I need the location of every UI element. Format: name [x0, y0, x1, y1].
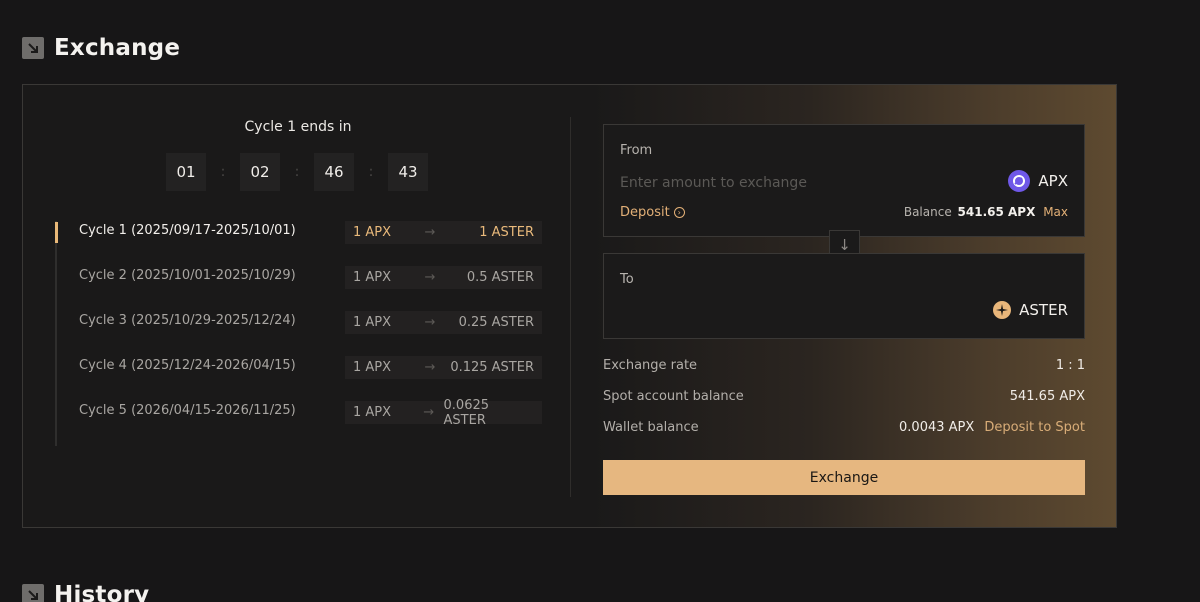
cycle-row-1: Cycle 1 (2025/09/17-2025/10/01) 1 APX → … [55, 221, 545, 266]
arrow-right-icon: → [424, 315, 436, 330]
history-header: History [22, 582, 149, 602]
wallet-value: 0.0043 APX [899, 420, 975, 435]
cycle-rate: 1 APX → 1 ASTER [345, 221, 542, 244]
rate-from: 1 APX [353, 315, 392, 330]
amount-input[interactable]: Enter amount to exchange [620, 175, 807, 191]
arrow-down-right-icon [22, 584, 44, 602]
wallet-label: Wallet balance [603, 420, 699, 435]
cycle-row-3: Cycle 3 (2025/10/29-2025/12/24) 1 APX → … [57, 311, 545, 356]
countdown-title: Cycle 1 ends in [244, 119, 352, 135]
deposit-label: Deposit [620, 205, 670, 220]
rate-from: 1 APX [353, 270, 392, 285]
max-button[interactable]: Max [1043, 205, 1068, 219]
cycle-label: Cycle 5 (2026/04/15-2026/11/25) [79, 403, 296, 418]
cycle-row-4: Cycle 4 (2025/12/24-2026/04/15) 1 APX → … [57, 356, 545, 401]
cycle-rate: 1 APX → 0.5 ASTER [345, 266, 542, 289]
countdown-seconds: 43 [388, 153, 428, 191]
cycle-label: Cycle 1 (2025/09/17-2025/10/01) [79, 223, 296, 238]
cycle-rate: 1 APX → 0.25 ASTER [345, 311, 542, 334]
rate-to: 0.5 ASTER [466, 270, 534, 285]
spot-balance-row: Spot account balance 541.65 APX [603, 389, 1085, 404]
countdown-hours: 02 [240, 153, 280, 191]
exchange-header: Exchange [22, 35, 180, 61]
exchange-title: Exchange [54, 35, 181, 61]
countdown-days: 01 [166, 153, 206, 191]
aster-token-icon [993, 301, 1012, 319]
cycle-rate: 1 APX → 0.125 ASTER [345, 356, 542, 379]
from-token-name: APX [1038, 172, 1068, 190]
deposit-link[interactable]: Deposit › [620, 205, 685, 220]
balance-label: Balance [903, 205, 952, 219]
cycle-list: Cycle 1 (2025/09/17-2025/10/01) 1 APX → … [55, 221, 545, 446]
from-label: From [620, 143, 653, 158]
exchange-card: Cycle 1 ends in 01 : 02 : 46 : 43 Cycle … [22, 84, 1117, 528]
cycle-label: Cycle 2 (2025/10/01-2025/10/29) [79, 268, 296, 283]
spot-value: 541.65 APX [1009, 389, 1085, 404]
apx-token-icon [1008, 170, 1031, 192]
countdown-separator: : [368, 164, 374, 180]
to-box: To ASTER [603, 253, 1085, 339]
cycle-label: Cycle 4 (2025/12/24-2026/04/15) [79, 358, 296, 373]
to-token-name: ASTER [1019, 301, 1068, 319]
arrow-down-icon: ↓ [838, 236, 851, 254]
rate-from: 1 APX [353, 405, 392, 420]
rate-from: 1 APX [353, 225, 392, 240]
from-token[interactable]: APX [1008, 170, 1068, 192]
to-token[interactable]: ASTER [993, 301, 1068, 319]
from-balance: Balance 541.65 APX Max [904, 205, 1068, 219]
from-box: From Enter amount to exchange APX Deposi… [603, 124, 1085, 237]
spot-label: Spot account balance [603, 389, 744, 404]
countdown-minutes: 46 [314, 153, 354, 191]
deposit-to-spot-link[interactable]: Deposit to Spot [984, 420, 1085, 435]
countdown-separator: : [220, 164, 226, 180]
wallet-value-group: 0.0043 APX Deposit to Spot [899, 420, 1085, 435]
cycle-label: Cycle 3 (2025/10/29-2025/12/24) [79, 313, 296, 328]
chevron-right-circle-icon: › [673, 207, 685, 218]
rate-to: 1 ASTER [479, 225, 534, 240]
arrow-right-icon: → [424, 225, 436, 240]
arrow-down-right-icon [22, 37, 44, 59]
balance-value: 541.65 APX [957, 205, 1036, 219]
arrow-right-icon: → [424, 360, 436, 375]
rate-to: 0.125 ASTER [450, 360, 534, 375]
rate-value: 1 : 1 [1055, 358, 1085, 373]
rate-to: 0.25 ASTER [458, 315, 534, 330]
cycle-rate: 1 APX → 0.0625 ASTER [345, 398, 542, 428]
cycle-row-5: Cycle 5 (2026/04/15-2026/11/25) 1 APX → … [57, 398, 545, 446]
countdown-separator: : [294, 164, 300, 180]
cycle-row-2: Cycle 2 (2025/10/01-2025/10/29) 1 APX → … [57, 266, 545, 311]
arrow-right-icon: → [423, 405, 435, 420]
panel-divider [570, 117, 571, 497]
countdown-timer: 01 : 02 : 46 : 43 [166, 153, 428, 191]
wallet-balance-row: Wallet balance 0.0043 APX Deposit to Spo… [603, 420, 1085, 435]
rate-to: 0.0625 ASTER [443, 397, 490, 428]
arrow-right-icon: → [424, 270, 436, 285]
exchange-button[interactable]: Exchange [603, 460, 1085, 495]
exchange-rate-row: Exchange rate 1 : 1 [603, 358, 1085, 373]
rate-from: 1 APX [353, 360, 392, 375]
to-label: To [620, 272, 634, 287]
history-title: History [54, 582, 150, 602]
rate-label: Exchange rate [603, 358, 698, 373]
